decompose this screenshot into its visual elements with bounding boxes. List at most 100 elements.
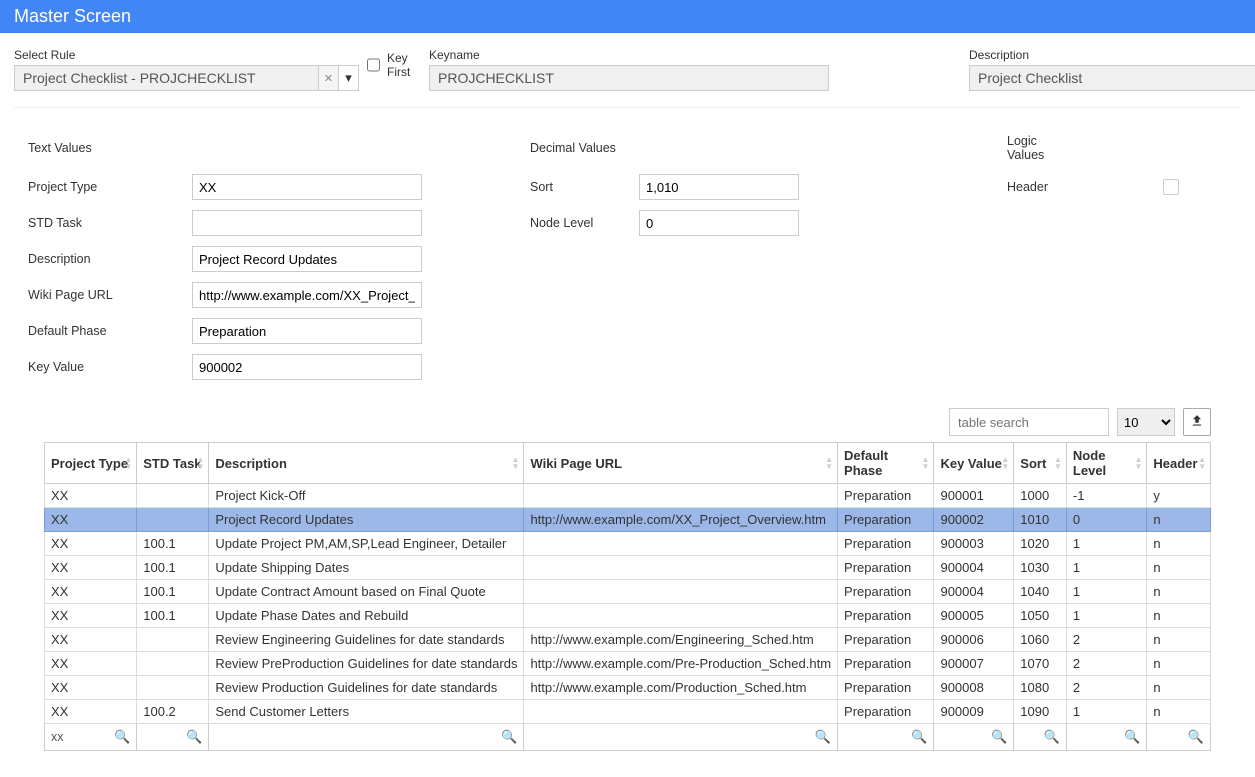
decimal-values-header: Decimal Values (530, 141, 635, 157)
pagesize-select[interactable]: 10 (1117, 408, 1175, 436)
cell-description: Send Customer Letters (209, 700, 524, 724)
col-node-level[interactable]: Node Level▲▼ (1066, 443, 1146, 484)
cell-description: Update Contract Amount based on Final Qu… (209, 580, 524, 604)
cell-std_task (137, 484, 209, 508)
filter-wiki[interactable] (524, 724, 837, 750)
table-row[interactable]: XXReview Engineering Guidelines for date… (45, 628, 1211, 652)
table-row[interactable]: XXProject Record Updateshttp://www.examp… (45, 508, 1211, 532)
table-row[interactable]: XXReview Production Guidelines for date … (45, 676, 1211, 700)
filter-sort[interactable] (1014, 724, 1066, 750)
cell-header: y (1147, 484, 1211, 508)
sort-icon[interactable]: ▲▼ (512, 456, 520, 470)
cell-description: Review PreProduction Guidelines for date… (209, 652, 524, 676)
cell-wiki (524, 604, 838, 628)
cell-node_level: 1 (1066, 556, 1146, 580)
cell-header: n (1147, 676, 1211, 700)
cell-std_task (137, 652, 209, 676)
filter-node-level[interactable] (1067, 724, 1146, 750)
cell-sort: 1040 (1014, 580, 1067, 604)
sort-icon[interactable]: ▲▼ (1134, 456, 1142, 470)
table-row[interactable]: XXProject Kick-OffPreparation9000011000-… (45, 484, 1211, 508)
cell-key_value: 900006 (934, 628, 1014, 652)
select-rule-combo[interactable]: ✕ ▾ (14, 65, 359, 91)
col-key-value[interactable]: Key Value▲▼ (934, 443, 1014, 484)
upload-button[interactable] (1183, 408, 1211, 436)
filter-description[interactable] (209, 724, 523, 750)
cell-node_level: -1 (1066, 484, 1146, 508)
cell-header: n (1147, 652, 1211, 676)
col-wiki[interactable]: Wiki Page URL▲▼ (524, 443, 838, 484)
cell-default_phase: Preparation (838, 556, 934, 580)
keyname-label: Keyname (429, 48, 829, 62)
cell-sort: 1030 (1014, 556, 1067, 580)
cell-std_task (137, 628, 209, 652)
description-top-input[interactable] (969, 65, 1255, 91)
col-project-type[interactable]: Project Type▲▼ (45, 443, 137, 484)
cell-project_type: XX (45, 484, 137, 508)
cell-node_level: 2 (1066, 628, 1146, 652)
sort-icon[interactable]: ▲▼ (922, 456, 930, 470)
std-task-input[interactable] (192, 210, 422, 236)
cell-project_type: XX (45, 580, 137, 604)
cell-wiki (524, 700, 838, 724)
filter-header[interactable] (1147, 724, 1210, 750)
description-label: Description (28, 252, 188, 266)
cell-project_type: XX (45, 556, 137, 580)
select-rule-input[interactable] (14, 65, 319, 91)
cell-description: Update Project PM,AM,SP,Lead Engineer, D… (209, 532, 524, 556)
sort-icon[interactable]: ▲▼ (196, 456, 204, 470)
sort-icon[interactable]: ▲▼ (1001, 456, 1009, 470)
cell-header: n (1147, 532, 1211, 556)
cell-sort: 1060 (1014, 628, 1067, 652)
col-std-task[interactable]: STD Task▲▼ (137, 443, 209, 484)
key-first-checkbox[interactable] (367, 58, 380, 72)
cell-std_task: 100.1 (137, 532, 209, 556)
node-level-input[interactable] (639, 210, 799, 236)
col-sort[interactable]: Sort▲▼ (1014, 443, 1067, 484)
table-row[interactable]: XX100.1Update Phase Dates and RebuildPre… (45, 604, 1211, 628)
cell-description: Update Phase Dates and Rebuild (209, 604, 524, 628)
key-value-input[interactable] (192, 354, 422, 380)
table-row[interactable]: XX100.1Update Project PM,AM,SP,Lead Engi… (45, 532, 1211, 556)
cell-sort: 1090 (1014, 700, 1067, 724)
chevron-down-icon[interactable]: ▾ (339, 65, 359, 91)
upload-icon (1190, 414, 1204, 431)
cell-header: n (1147, 700, 1211, 724)
col-default-phase[interactable]: Default Phase▲▼ (838, 443, 934, 484)
table-row[interactable]: XX100.2Send Customer LettersPreparation9… (45, 700, 1211, 724)
select-rule-label: Select Rule (14, 48, 359, 62)
table-row[interactable]: XX100.1Update Contract Amount based on F… (45, 580, 1211, 604)
sort-icon[interactable]: ▲▼ (124, 456, 132, 470)
table-row[interactable]: XX100.1Update Shipping DatesPreparation9… (45, 556, 1211, 580)
header-checkbox[interactable] (1163, 179, 1179, 195)
description-top-label: Description (969, 48, 1255, 62)
description-input[interactable] (192, 246, 422, 272)
sort-icon[interactable]: ▲▼ (1198, 456, 1206, 470)
sort-icon[interactable]: ▲▼ (825, 456, 833, 470)
col-description[interactable]: Description▲▼ (209, 443, 524, 484)
filter-key-value[interactable] (934, 724, 1013, 750)
cell-default_phase: Preparation (838, 652, 934, 676)
table-row[interactable]: XXReview PreProduction Guidelines for da… (45, 652, 1211, 676)
cell-description: Review Production Guidelines for date st… (209, 676, 524, 700)
col-header[interactable]: Header▲▼ (1147, 443, 1211, 484)
keyname-input[interactable] (429, 65, 829, 91)
filter-project-type[interactable] (45, 724, 136, 750)
filter-default-phase[interactable] (838, 724, 933, 750)
cell-std_task: 100.1 (137, 604, 209, 628)
cell-key_value: 900008 (934, 676, 1014, 700)
table-search-input[interactable] (949, 408, 1109, 436)
cell-project_type: XX (45, 700, 137, 724)
default-phase-input[interactable] (192, 318, 422, 344)
cell-header: n (1147, 604, 1211, 628)
wiki-input[interactable] (192, 282, 422, 308)
filter-std-task[interactable] (137, 724, 208, 750)
cell-node_level: 1 (1066, 604, 1146, 628)
sort-input[interactable] (639, 174, 799, 200)
cell-description: Review Engineering Guidelines for date s… (209, 628, 524, 652)
sort-icon[interactable]: ▲▼ (1054, 456, 1062, 470)
wiki-label: Wiki Page URL (28, 288, 188, 302)
project-type-input[interactable] (192, 174, 422, 200)
clear-icon[interactable]: ✕ (319, 65, 339, 91)
cell-default_phase: Preparation (838, 700, 934, 724)
